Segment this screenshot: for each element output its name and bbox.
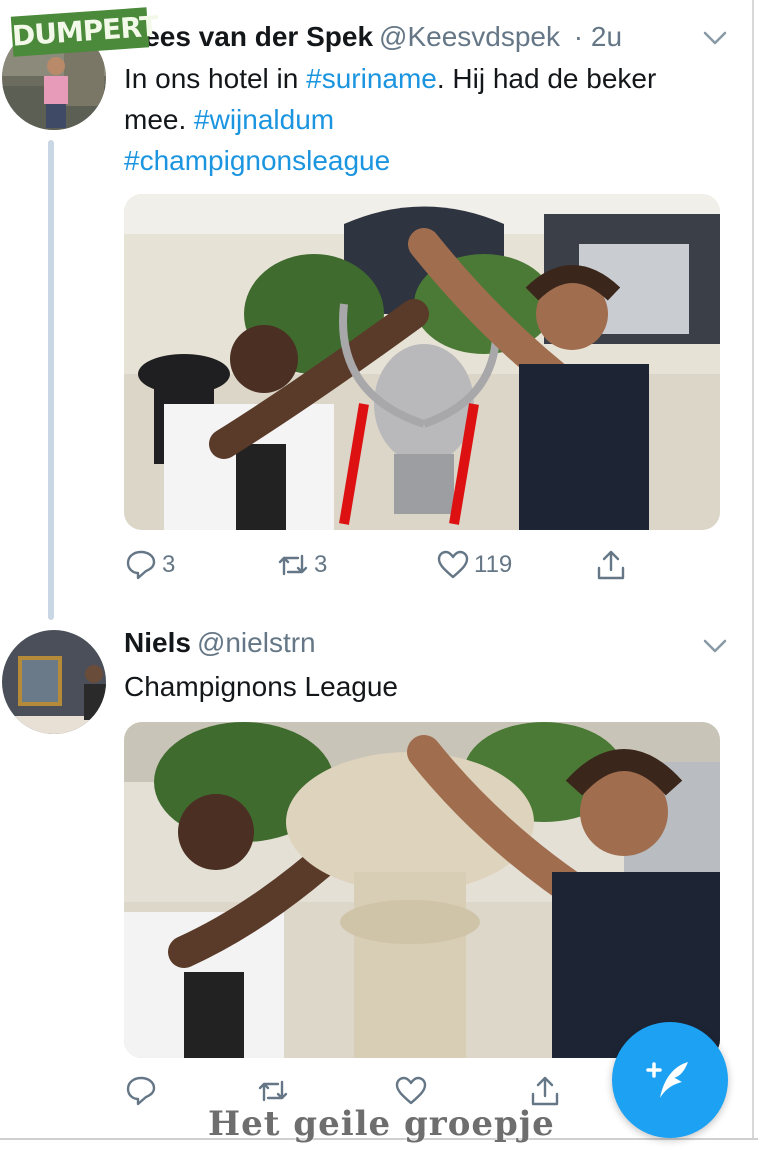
reply-icon [126,550,156,580]
reply-count: 3 [162,551,176,578]
hashtag-link[interactable]: #champignonsleague [124,145,390,176]
retweet-icon [278,554,308,576]
reply-button[interactable]: 3 [124,548,175,582]
footer-watermark: Het geile groepje [208,1104,555,1144]
share-icon [597,550,625,580]
avatar-niels[interactable] [2,630,106,734]
compose-tweet-icon [646,1062,688,1098]
timeline-border [752,0,754,1140]
tweet-text: In ons hotel in #suriname. Hij had de be… [124,58,704,181]
share-button[interactable] [528,1074,562,1108]
like-count: 119 [474,551,513,578]
thread-connector [48,140,54,620]
share-button[interactable] [594,548,628,582]
like-button[interactable]: 119 [436,548,512,582]
reply-button[interactable] [124,1074,162,1108]
share-icon [531,1076,559,1106]
heart-icon [395,1076,427,1105]
giant-mushroom-photo [124,722,720,1058]
author-handle[interactable]: @nielstrn [197,627,316,658]
retweet-button[interactable]: 3 [276,548,327,582]
tweet-header: Niels @nielstrn [124,626,316,660]
compose-tweet-button[interactable] [612,1022,728,1138]
chevron-down-icon[interactable] [702,24,728,50]
tweet-actions: 3 3 119 [124,548,644,584]
tweet-header: Kees van der Spek @Keesvdspek · 2u [124,20,622,54]
author-handle[interactable]: @Keesvdspek [379,21,560,52]
tweet-media-photo[interactable] [124,722,720,1058]
retweet-count: 3 [314,551,328,578]
retweet-icon [258,1080,288,1102]
text-segment: In ons hotel in [124,63,307,94]
author-name[interactable]: Niels [124,627,191,658]
author-name[interactable]: Kees van der Spek [124,21,373,52]
tweet-text: Champignons League [124,671,398,702]
champions-league-trophy-photo [124,194,720,530]
hashtag-link[interactable]: #wijnaldum [194,104,334,135]
chevron-down-icon[interactable] [702,632,728,658]
hashtag-link[interactable]: #suriname [306,63,437,94]
heart-icon [437,550,469,579]
tweet-time: · 2u [573,21,623,52]
tweet-kees[interactable]: Kees van der Spek @Keesvdspek · 2u In ons… [0,0,752,620]
tweet-media-photo[interactable] [124,194,720,530]
retweet-button[interactable] [256,1074,294,1108]
like-button[interactable] [394,1074,432,1108]
reply-icon [126,1076,156,1106]
